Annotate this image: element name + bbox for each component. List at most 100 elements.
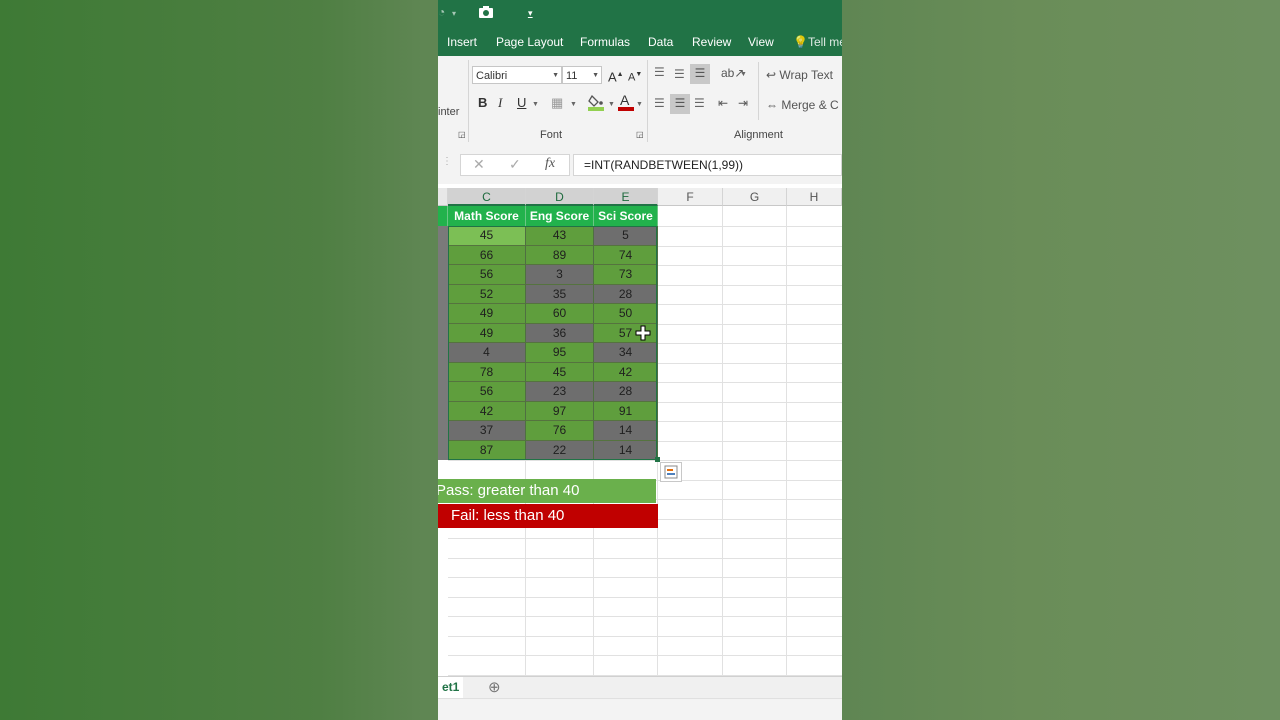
cancel-icon[interactable]: ✕ [473, 156, 485, 173]
score-cell[interactable]: 76 [526, 421, 594, 441]
column-header-c[interactable]: C [448, 188, 526, 206]
row-header[interactable] [438, 323, 448, 343]
column-header-e[interactable]: E [594, 188, 658, 206]
score-cell[interactable]: 49 [448, 323, 526, 343]
resize-handle-icon[interactable]: ⋮ [442, 156, 452, 167]
tell-me-search[interactable]: 💡Tell me [793, 35, 842, 49]
header-sci-score[interactable]: Sci Score [594, 206, 658, 226]
add-sheet-icon[interactable]: ⊕ [488, 678, 501, 696]
chevron-down-icon[interactable]: ▼ [608, 96, 615, 114]
tab-data[interactable]: Data [648, 35, 673, 49]
wrap-text-button[interactable]: ↩ Wrap Text [766, 66, 833, 84]
row-header[interactable] [438, 245, 448, 265]
dialog-launcher-icon[interactable]: ◲ [636, 130, 644, 139]
column-header-h[interactable]: H [787, 188, 842, 206]
row-header[interactable] [438, 362, 448, 382]
score-cell[interactable]: 28 [594, 284, 658, 304]
row-header[interactable] [438, 265, 448, 285]
decrease-font-icon[interactable]: A▼ [628, 66, 642, 87]
column-header-f[interactable]: F [658, 188, 723, 206]
score-cell[interactable]: 50 [594, 304, 658, 324]
score-cell[interactable]: 60 [526, 304, 594, 324]
score-cell[interactable]: 78 [448, 362, 526, 382]
increase-indent-icon[interactable]: ⇥ [738, 94, 748, 112]
dropdown-icon[interactable]: ▾ [452, 9, 456, 18]
score-cell[interactable]: 45 [526, 362, 594, 382]
tab-formulas[interactable]: Formulas [580, 35, 630, 49]
row-header[interactable] [438, 343, 448, 363]
row-header[interactable] [438, 440, 448, 460]
bold-button[interactable]: B [478, 94, 487, 112]
score-cell[interactable]: 3 [526, 265, 594, 285]
score-cell[interactable]: 91 [594, 401, 658, 421]
increase-font-icon[interactable]: A▲ [608, 66, 624, 86]
column-header-d[interactable]: D [526, 188, 594, 206]
tab-page-layout[interactable]: Page Layout [496, 35, 563, 49]
dialog-launcher-icon[interactable]: ◲ [458, 130, 466, 139]
row-header[interactable] [438, 226, 448, 246]
score-cell[interactable]: 22 [526, 440, 594, 460]
worksheet-grid[interactable]: C D E F G H Math Score Eng Score Sci Sco… [438, 188, 842, 676]
customize-icon[interactable]: ▾̲ [528, 8, 533, 19]
score-cell[interactable]: 45 [448, 226, 526, 246]
chevron-down-icon[interactable]: ▼ [532, 96, 539, 114]
score-cell[interactable]: 89 [526, 245, 594, 265]
align-center-icon[interactable]: ☰ [670, 94, 690, 114]
align-left-icon[interactable]: ☰ [654, 94, 665, 112]
score-cell[interactable]: 74 [594, 245, 658, 265]
score-cell[interactable]: 73 [594, 265, 658, 285]
font-color-icon[interactable]: A [618, 92, 634, 117]
score-cell[interactable]: 95 [526, 343, 594, 363]
tab-insert[interactable]: Insert [447, 35, 477, 49]
row-header[interactable] [438, 421, 448, 441]
score-cell[interactable]: 97 [526, 401, 594, 421]
score-cell[interactable]: 49 [448, 304, 526, 324]
middle-align-icon[interactable]: ☰ [674, 65, 685, 83]
formula-input[interactable]: =INT(RANDBETWEEN(1,99)) [573, 154, 842, 176]
score-cell[interactable]: 66 [448, 245, 526, 265]
tab-view[interactable]: View [748, 35, 774, 49]
score-cell[interactable]: 87 [448, 440, 526, 460]
camera-icon[interactable] [478, 5, 494, 22]
sheet-tab-sheet1[interactable]: et1 [438, 677, 464, 700]
fill-color-icon[interactable] [588, 92, 606, 117]
score-cell[interactable]: 42 [448, 401, 526, 421]
italic-button[interactable]: I [498, 94, 502, 112]
font-size-select[interactable]: 11 ▼ [562, 66, 602, 84]
score-cell[interactable]: 14 [594, 421, 658, 441]
score-cell[interactable]: 43 [526, 226, 594, 246]
score-cell[interactable]: 52 [448, 284, 526, 304]
score-cell[interactable]: 4 [448, 343, 526, 363]
borders-icon[interactable]: ▦ [551, 94, 563, 112]
score-cell[interactable]: 37 [448, 421, 526, 441]
top-align-icon[interactable]: ☰ [654, 63, 665, 81]
score-cell[interactable]: 14 [594, 440, 658, 460]
row-header[interactable] [438, 284, 448, 304]
chevron-down-icon[interactable]: ▼ [636, 96, 643, 114]
insert-function-icon[interactable]: fx [545, 156, 555, 172]
score-cell[interactable]: 56 [448, 382, 526, 402]
row-header[interactable] [438, 304, 448, 324]
header-math-score[interactable]: Math Score [448, 206, 526, 226]
score-cell[interactable]: 23 [526, 382, 594, 402]
row-header[interactable] [438, 401, 448, 421]
clipboard-format-painter-label[interactable]: inter [438, 106, 459, 118]
score-cell[interactable]: 35 [526, 284, 594, 304]
quick-analysis-button[interactable] [660, 462, 682, 482]
score-cell[interactable]: 28 [594, 382, 658, 402]
column-header-g[interactable]: G [723, 188, 787, 206]
align-right-icon[interactable]: ☰ [694, 94, 705, 112]
enter-icon[interactable]: ✓ [509, 156, 521, 173]
decrease-indent-icon[interactable]: ⇤ [718, 94, 728, 112]
row-header[interactable] [438, 382, 448, 402]
score-cell[interactable]: 36 [526, 323, 594, 343]
font-name-select[interactable]: Calibri ▼ [472, 66, 562, 84]
tab-review[interactable]: Review [692, 35, 731, 49]
eye-icon[interactable]: ◔ [438, 5, 445, 19]
chevron-down-icon[interactable]: ▼ [570, 96, 577, 114]
score-cell[interactable]: 5 [594, 226, 658, 246]
underline-button[interactable]: U [517, 94, 526, 112]
score-cell[interactable]: 42 [594, 362, 658, 382]
bottom-align-icon[interactable]: ☰ [690, 64, 710, 84]
merge-center-button[interactable]: ⇔ Merge & C [766, 96, 839, 114]
